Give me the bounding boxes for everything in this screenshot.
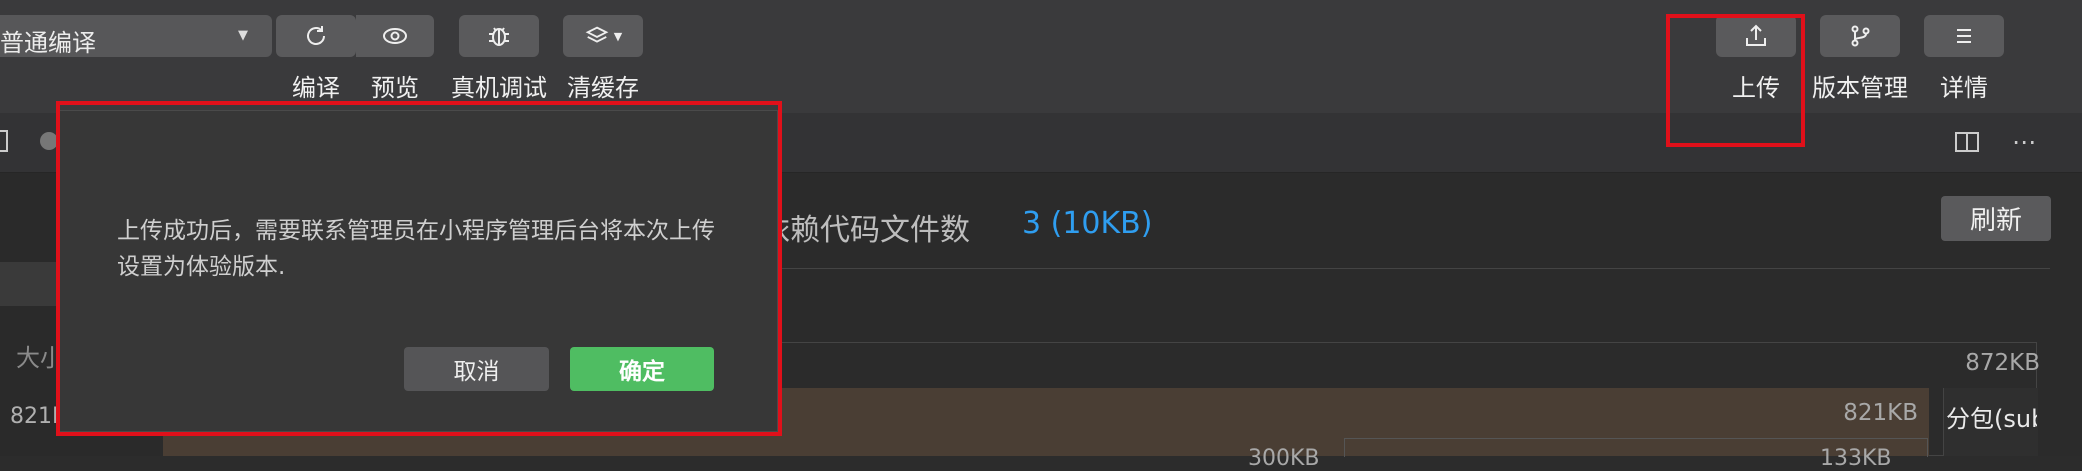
cell-left-size: 300KB — [1248, 446, 1320, 471]
layers-icon — [585, 26, 609, 43]
more-icon[interactable]: ⋯ — [2012, 128, 2038, 156]
main-package-size: 821KB — [1843, 400, 1918, 426]
remote-debug-button[interactable] — [459, 15, 539, 57]
subpackage-label: 分包(sub — [1946, 405, 2037, 433]
dialog-highlight-box — [56, 101, 782, 436]
chevron-down-icon: ▼ — [613, 29, 623, 43]
upload-highlight-box — [1666, 14, 1805, 147]
total-size: 872KB — [1965, 350, 2040, 376]
details-button[interactable] — [1924, 15, 2004, 57]
compile-mode-select[interactable]: 普通编译 ▼ — [0, 15, 272, 57]
compile-button[interactable] — [276, 15, 356, 57]
dependency-title: 依赖代码文件数 — [760, 213, 970, 248]
version-management-label: 版本管理 — [1812, 74, 1908, 102]
compile-label: 编译 — [292, 74, 340, 102]
refresh-button[interactable]: 刷新 — [1941, 196, 2051, 241]
dependency-value: 3 (10KB) — [1022, 206, 1153, 241]
remote-debug-label: 真机调试 — [451, 74, 547, 102]
bug-icon — [489, 27, 509, 46]
clear-cache-button[interactable]: ▼ — [563, 15, 643, 57]
branch-icon — [1851, 25, 1870, 47]
refresh-icon — [307, 26, 325, 45]
compile-mode-value: 普通编译 — [0, 29, 96, 57]
cell-right-size: 133KB — [1820, 446, 1892, 471]
chevron-down-icon: ▼ — [238, 28, 248, 43]
divider — [770, 268, 2050, 269]
version-management-button[interactable] — [1820, 15, 1900, 57]
details-label: 详情 — [1940, 74, 1988, 102]
split-view-icon[interactable] — [1953, 130, 1981, 154]
preview-label: 预览 — [371, 74, 419, 102]
menu-icon — [1957, 29, 1971, 43]
preview-button[interactable] — [356, 15, 434, 57]
clear-cache-label: 清缓存 — [567, 74, 639, 102]
eye-icon — [383, 28, 407, 44]
file-icon — [0, 130, 8, 152]
